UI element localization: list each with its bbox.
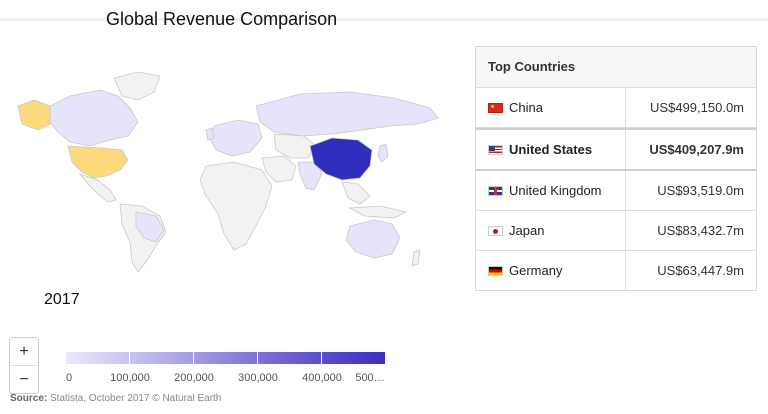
russia-region[interactable] (255, 91, 439, 137)
country-value: US$409,207.9m (649, 142, 744, 157)
table-row[interactable]: Japan US$83,432.7m (476, 211, 756, 251)
country-name: United Kingdom (509, 183, 602, 198)
mexico-region[interactable] (78, 173, 117, 203)
top-countries-table: Top Countries China US$499,150.0m United… (475, 46, 757, 291)
new-zealand-region[interactable] (411, 249, 421, 267)
australia-region[interactable] (345, 219, 401, 259)
legend-label: 0 (65, 372, 73, 384)
europe-region[interactable] (209, 119, 263, 157)
country-name: Germany (509, 263, 563, 278)
greenland-region[interactable] (113, 71, 161, 101)
color-legend (66, 352, 386, 364)
year-label: 2017 (44, 291, 80, 308)
usa-region[interactable] (67, 145, 129, 179)
legend-label: 500… (355, 372, 385, 384)
source-label: Source: (10, 393, 48, 404)
country-value: US$499,150.0m (650, 100, 744, 115)
indonesia-region[interactable] (348, 205, 408, 219)
table-row[interactable]: United Kingdom US$93,519.0m (476, 171, 756, 211)
source-note: Source: Statista, October 2017 © Natural… (10, 393, 221, 404)
page-title: Global Revenue Comparison (106, 9, 338, 29)
zoom-in-button[interactable]: + (10, 338, 38, 366)
country-value: US$63,447.9m (657, 263, 744, 278)
country-value: US$93,519.0m (657, 183, 744, 198)
alaska-region[interactable] (17, 99, 51, 131)
source-text: Statista, October 2017 © Natural Earth (50, 393, 222, 404)
legend-swatch (130, 352, 194, 364)
country-name: Japan (509, 223, 545, 238)
africa-region[interactable] (199, 161, 273, 251)
legend-label: 200,000 (174, 372, 214, 384)
legend-swatch (66, 352, 130, 364)
china-flag-icon (488, 102, 503, 113)
se-asia-region[interactable] (341, 181, 371, 205)
canada-region[interactable] (49, 89, 139, 147)
table-header: Top Countries (476, 47, 756, 88)
japan-region[interactable] (377, 143, 389, 163)
uk-flag-icon (488, 185, 503, 196)
legend-label: 100,000 (110, 372, 150, 384)
table-row[interactable]: United States US$409,207.9m (476, 128, 756, 171)
country-name: China (509, 100, 543, 115)
legend-swatch (194, 352, 258, 364)
usa-flag-icon (488, 144, 503, 155)
legend-label: 300,000 (238, 372, 278, 384)
germany-flag-icon (488, 265, 503, 276)
country-value: US$83,432.7m (657, 223, 744, 238)
country-name: United States (509, 142, 593, 157)
table-row[interactable]: China US$499,150.0m (476, 88, 756, 128)
legend-label: 400,000 (302, 372, 342, 384)
legend-swatch (322, 352, 386, 364)
japan-flag-icon (488, 225, 503, 236)
legend-labels: 0 100,000 200,000 300,000 400,000 500… (0, 372, 768, 386)
table-row[interactable]: Germany US$63,447.9m (476, 251, 756, 290)
legend-swatch (258, 352, 322, 364)
world-map[interactable] (10, 66, 458, 278)
